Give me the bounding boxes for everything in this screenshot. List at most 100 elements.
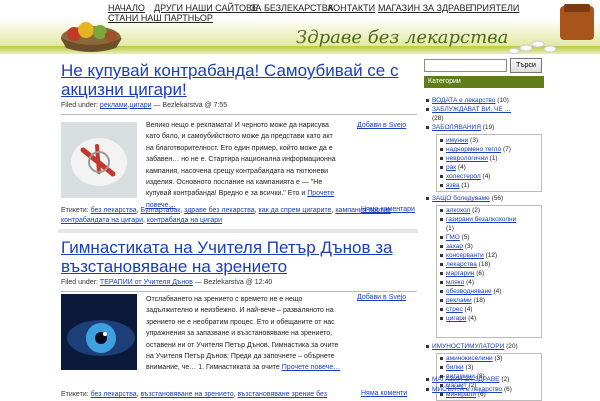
subcategory-link[interactable]: рак	[446, 164, 456, 171]
nav-item-friends[interactable]: ПРИЯТЕЛИ	[470, 3, 519, 13]
post-title-link[interactable]: Не купувай контрабанда! Самоубивай се с …	[61, 61, 401, 99]
main-content: Не купувай контрабанда! Самоубивай се с …	[58, 54, 418, 400]
subcategory-link[interactable]: алкохол	[446, 207, 470, 214]
bullet-icon	[440, 298, 443, 302]
svejo-link[interactable]: Добави в Svejo	[357, 122, 406, 129]
comments-link[interactable]: Няма коментари	[361, 206, 415, 213]
subcategory-item: (1)	[446, 225, 454, 232]
category-link[interactable]: ЗАЩО боледуваме	[432, 195, 490, 202]
subcategory-count: (1)	[489, 155, 498, 162]
subcategory-link[interactable]: язва	[446, 182, 460, 189]
bullet-icon	[426, 377, 429, 381]
bullet-icon	[440, 156, 443, 160]
subcategory-link[interactable]: лекарства	[446, 261, 477, 268]
tag-link[interactable]: възстановяване зрение без	[238, 391, 327, 398]
meta-divider	[61, 114, 417, 115]
subcategory-item: язва (1)	[440, 182, 469, 189]
category-link[interactable]: ЗАБОЛЯВАНИЯ	[432, 124, 481, 131]
subcategory-link[interactable]: стрес	[446, 306, 463, 313]
post-title-link[interactable]: Гимнастиката на Учителя Петър Дънов за в…	[61, 238, 401, 276]
comments-link[interactable]: Няма коменти	[361, 390, 407, 397]
tag-link[interactable]: контрабанда на цигари	[147, 217, 222, 224]
subcategory-link[interactable]: неврологични	[446, 155, 488, 162]
subcategory-count: (3)	[465, 364, 474, 371]
bullet-icon	[426, 125, 429, 129]
search-input[interactable]	[424, 59, 507, 72]
subcategory-link[interactable]: ГМО	[446, 234, 460, 241]
subcategory-item: обезводняване (4)	[440, 288, 501, 295]
nav-item-other-sites[interactable]: ДРУГИ НАШИ САЙТОВЕ	[154, 3, 258, 13]
subcategory-count: (1)	[446, 225, 454, 232]
subcategory-link[interactable]: захар	[446, 243, 463, 250]
category-count: (20)	[506, 343, 518, 350]
subcategory-link[interactable]: билки	[446, 364, 464, 371]
subcategory-count: (7)	[502, 146, 511, 153]
excerpt-text: Отслабването на зрението с времето не е …	[146, 296, 339, 372]
tag-link[interactable]: без лекарства	[91, 391, 137, 398]
bullet-icon	[440, 138, 443, 142]
bullet-icon	[440, 262, 443, 266]
bullet-icon	[440, 217, 443, 221]
category-link[interactable]: ВОДАТА е лекарство	[432, 97, 495, 104]
subcategory-count: (6)	[476, 270, 485, 277]
category-item: (28)	[432, 115, 444, 122]
bullet-icon	[440, 253, 443, 257]
search-button[interactable]: Търси	[510, 58, 542, 73]
subcategory-item: билки (3)	[440, 364, 473, 371]
post-meta: Filed under: реклами,цигари — Bezlekarst…	[61, 102, 417, 115]
svejo-link[interactable]: Добави в Svejo	[357, 294, 406, 301]
category-link-therapies[interactable]: ТЕРАПИИ от Учителя Дънов	[100, 279, 193, 286]
bullet-icon	[440, 365, 443, 369]
meta-filed-under: Filed under:	[61, 102, 98, 109]
read-more-link[interactable]: Прочете повече…	[282, 364, 340, 371]
tag-link[interactable]: здраве без лекарства	[184, 207, 254, 214]
subcategory-link[interactable]: холестерол	[446, 173, 481, 180]
nav-item-partner[interactable]: СТАНИ НАШ ПАРТНЬОР	[108, 13, 213, 23]
subcategory-link[interactable]: цигари	[446, 315, 466, 322]
bullet-icon	[440, 307, 443, 311]
subcategory-count: (3)	[470, 137, 478, 144]
tag-link[interactable]: Булгартабак	[141, 207, 181, 214]
category-link[interactable]: ЗАБЛУЖДАВАТ ВИ, ЧЕ …	[432, 106, 511, 113]
subcategory-count: (3)	[464, 243, 473, 250]
category-item: ЗАБОЛЯВАНИЯ (19)	[426, 124, 494, 131]
bullet-icon	[426, 107, 429, 111]
bullet-icon	[440, 147, 443, 151]
subcategory-link[interactable]: имунни	[446, 137, 468, 144]
category-link[interactable]: МАГАЗИН ЗА ЗДРАВЕ	[432, 376, 500, 383]
nav-item-health-shop[interactable]: МАГАЗИН ЗА ЗДРАВЕ	[378, 3, 471, 13]
subcategory-link[interactable]: реклами	[446, 297, 472, 304]
bullet-icon	[440, 235, 443, 239]
tags-label: Етикети:	[61, 207, 89, 214]
subcategory-link[interactable]: наднормено тегло	[446, 146, 501, 153]
subcategory-link[interactable]: обезводняване	[446, 288, 492, 295]
subcategory-link[interactable]: аминокиселини	[446, 355, 493, 362]
category-link[interactable]: ИМУНОСТИМУЛАТОРИ	[432, 343, 504, 350]
subcategory-link[interactable]: маргарин	[446, 270, 474, 277]
bullet-icon	[426, 344, 429, 348]
subcategory-item: консерванти (12)	[440, 252, 497, 259]
bullet-icon	[440, 280, 443, 284]
category-link-ads[interactable]: реклами	[100, 102, 128, 109]
nav-item-contacts[interactable]: КОНТАКТИ	[328, 3, 375, 13]
tag-link[interactable]: как да спрем цигарите	[259, 207, 332, 214]
post-excerpt: Велико нещо е рекламата! И черното може …	[146, 120, 341, 211]
subcategory-item: цигари (4)	[440, 315, 476, 322]
eye-image-icon	[61, 294, 137, 370]
category-link[interactable]: МИСЪЛТА е лекарство	[432, 386, 502, 393]
category-count: (56)	[491, 195, 504, 202]
subcategory-count: (4)	[493, 288, 502, 295]
subcategory-count: (4)	[457, 164, 466, 171]
subcategory-link[interactable]: мляко	[446, 279, 464, 286]
bullet-icon	[440, 244, 443, 248]
category-link-cigarettes[interactable]: цигари	[130, 102, 152, 109]
subcategory-link[interactable]: газирани безалкохолни	[446, 216, 516, 223]
bullet-icon	[440, 316, 443, 320]
tag-link[interactable]: възстановяване на зрението	[141, 391, 234, 398]
subcategory-item: аминокиселини (3)	[440, 355, 502, 362]
tag-link[interactable]: без лекарства	[91, 207, 137, 214]
nav-item-about[interactable]: ЗА БЕЗЛЕКАРСТВА	[250, 3, 333, 13]
category-item: ИМУНОСТИМУЛАТОРИ (20)	[426, 343, 518, 350]
subcategory-link[interactable]: консерванти	[446, 252, 484, 259]
nav-item-home[interactable]: НАЧАЛО	[108, 3, 145, 13]
